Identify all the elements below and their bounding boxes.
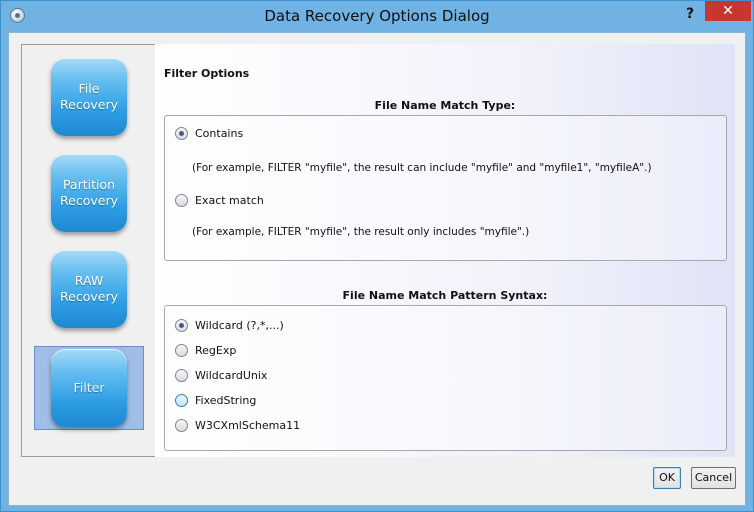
sidebar-item-partition-recovery[interactable]: Partition Recovery xyxy=(22,141,155,232)
contains-note: (For example, FILTER "myfile", the resul… xyxy=(192,162,652,174)
help-button[interactable]: ? xyxy=(681,5,699,23)
raw-recovery-button[interactable]: RAW Recovery xyxy=(51,250,127,328)
close-button[interactable]: ✕ xyxy=(705,1,751,21)
filter-options-panel: Filter Options File Name Match Type: Con… xyxy=(155,44,735,457)
wildcard-unix-label: WildcardUnix xyxy=(195,368,268,382)
fixed-string-label: FixedString xyxy=(195,393,257,407)
wildcard-radio[interactable] xyxy=(175,318,188,332)
filter-button[interactable]: Filter xyxy=(51,349,127,427)
regexp-radio[interactable] xyxy=(175,343,188,357)
sidebar-item-filter[interactable]: Filter xyxy=(34,346,144,430)
exact-match-option[interactable]: Exact match xyxy=(175,192,264,208)
w3c-xml-schema-option[interactable]: W3CXmlSchema11 xyxy=(175,417,300,433)
contains-radio[interactable] xyxy=(175,126,188,140)
window-title: Data Recovery Options Dialog xyxy=(264,7,490,25)
w3c-xml-schema-label: W3CXmlSchema11 xyxy=(195,418,301,432)
regexp-label: RegExp xyxy=(195,343,237,357)
regexp-option[interactable]: RegExp xyxy=(175,342,236,358)
wildcard-label: Wildcard (?,*,...) xyxy=(195,318,284,332)
pattern-syntax-group: Wildcard (?,*,...) RegExp WildcardUnix F… xyxy=(164,305,727,451)
section-title: Filter Options xyxy=(164,67,250,80)
match-type-label: File Name Match Type: xyxy=(374,99,516,112)
title-bar[interactable]: Data Recovery Options Dialog ? ✕ xyxy=(1,1,753,32)
pattern-syntax-label: File Name Match Pattern Syntax: xyxy=(342,289,548,302)
file-recovery-button[interactable]: File Recovery xyxy=(51,58,127,136)
contains-label: Contains xyxy=(195,126,244,140)
cancel-button[interactable]: Cancel xyxy=(691,467,736,489)
exact-match-radio[interactable] xyxy=(175,193,188,207)
match-type-group: Contains (For example, FILTER "myfile", … xyxy=(164,115,727,261)
exact-match-label: Exact match xyxy=(195,193,264,207)
wildcard-unix-option[interactable]: WildcardUnix xyxy=(175,367,267,383)
fixed-string-option[interactable]: FixedString xyxy=(175,392,256,408)
wildcard-unix-radio[interactable] xyxy=(175,368,188,382)
ok-button[interactable]: OK xyxy=(653,467,681,489)
wildcard-option[interactable]: Wildcard (?,*,...) xyxy=(175,317,284,333)
sidebar-item-file-recovery[interactable]: File Recovery xyxy=(22,45,155,136)
contains-option[interactable]: Contains xyxy=(175,125,243,141)
exact-match-note: (For example, FILTER "myfile", the resul… xyxy=(192,226,530,238)
w3c-xml-schema-radio[interactable] xyxy=(175,418,188,432)
partition-recovery-button[interactable]: Partition Recovery xyxy=(51,154,127,232)
sidebar: File Recovery Partition Recovery RAW Rec… xyxy=(21,44,156,457)
fixed-string-radio[interactable] xyxy=(175,393,188,407)
sidebar-item-raw-recovery[interactable]: RAW Recovery xyxy=(22,237,155,328)
dialog-client-area: File Recovery Partition Recovery RAW Rec… xyxy=(8,32,746,506)
dialog-window: Data Recovery Options Dialog ? ✕ File Re… xyxy=(0,0,754,512)
